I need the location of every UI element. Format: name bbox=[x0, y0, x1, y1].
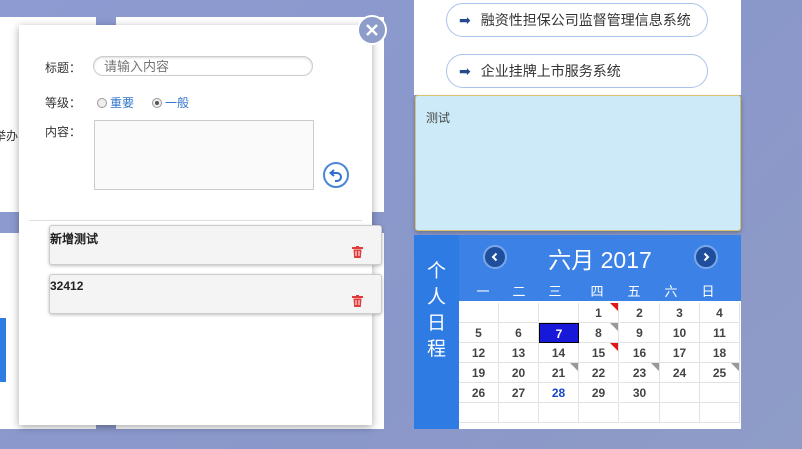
weekday-label: 六 bbox=[664, 284, 678, 299]
calendar-day-cell[interactable]: 22 bbox=[579, 363, 619, 383]
system-button-label: 企业挂牌上市服务系统 bbox=[480, 63, 621, 79]
calendar-empty-cell bbox=[620, 403, 660, 423]
event-marker-icon bbox=[610, 323, 618, 331]
note-preview-text: 测试 bbox=[426, 111, 451, 125]
weekday-label: 五 bbox=[627, 284, 641, 299]
system-button-listing[interactable]: ➡ 企业挂牌上市服务系统 bbox=[446, 54, 708, 88]
content-label: 内容： bbox=[45, 125, 82, 139]
system-button-financing[interactable]: ➡ 融资性担保公司监督管理信息系统 bbox=[446, 3, 708, 37]
calendar-day-cell[interactable]: 23 bbox=[620, 363, 660, 383]
notes-divider bbox=[29, 220, 362, 221]
title-input[interactable] bbox=[93, 56, 313, 76]
title-label: 标题： bbox=[45, 61, 82, 75]
calendar-empty-cell bbox=[459, 403, 499, 423]
arrow-right-icon: ➡ bbox=[459, 11, 471, 28]
calendar-day-cell[interactable]: 11 bbox=[700, 323, 740, 343]
side-char: 个 bbox=[426, 261, 446, 282]
system-button-label: 融资性担保公司监督管理信息系统 bbox=[480, 12, 691, 28]
radio-button[interactable] bbox=[97, 97, 107, 108]
level-option-label: 一般 bbox=[165, 96, 190, 110]
undo-button[interactable] bbox=[323, 162, 349, 188]
calendar-empty-cell bbox=[660, 383, 700, 403]
chevron-right-icon bbox=[703, 252, 710, 262]
weekday-label: 一 bbox=[476, 284, 490, 299]
calendar-day-cell[interactable]: 6 bbox=[499, 323, 539, 343]
calendar-day-cell[interactable]: 15 bbox=[579, 343, 619, 363]
calendar-empty-cell bbox=[660, 403, 700, 423]
note-item[interactable]: 新增测试 bbox=[49, 225, 382, 265]
calendar-empty-cell bbox=[700, 383, 740, 403]
side-char: 人 bbox=[426, 287, 446, 308]
undo-icon bbox=[329, 169, 342, 182]
calendar-day-cell[interactable]: 17 bbox=[660, 343, 700, 363]
weekday-label: 二 bbox=[512, 284, 526, 299]
event-marker-icon bbox=[610, 303, 618, 311]
calendar-day-cell[interactable]: 30 bbox=[620, 383, 660, 403]
calendar-empty-cell bbox=[579, 403, 619, 423]
note-item[interactable]: 32412 bbox=[49, 274, 382, 314]
calendar-day-cell[interactable]: 24 bbox=[660, 363, 700, 383]
calendar-day-cell[interactable]: 18 bbox=[700, 343, 740, 363]
weekday-label: 三 bbox=[548, 284, 562, 299]
level-option-important[interactable]: 重要 bbox=[97, 94, 134, 111]
calendar-day-cell[interactable]: 13 bbox=[499, 343, 539, 363]
note-item-title: 新增测试 bbox=[50, 232, 99, 246]
level-option-normal[interactable]: 一般 bbox=[152, 94, 189, 111]
trash-icon[interactable] bbox=[352, 245, 363, 263]
calendar-day-cell[interactable]: 5 bbox=[459, 323, 499, 343]
calendar-day-cell[interactable]: 1 bbox=[579, 303, 619, 323]
weekday-row: 一 二 三 四 五 六 日 bbox=[459, 277, 741, 301]
weekday-label: 四 bbox=[590, 284, 604, 299]
side-char: 程 bbox=[426, 339, 446, 360]
content-textarea[interactable] bbox=[94, 120, 314, 190]
note-item-title: 32412 bbox=[50, 279, 84, 293]
calendar-day-cell[interactable]: 4 bbox=[700, 303, 740, 323]
calendar-day-cell[interactable]: 7 bbox=[539, 323, 579, 343]
calendar-day-cell[interactable]: 25 bbox=[700, 363, 740, 383]
side-char: 日 bbox=[426, 313, 446, 334]
calendar-day-cell[interactable]: 26 bbox=[459, 383, 499, 403]
calendar-day-cell[interactable]: 9 bbox=[620, 323, 660, 343]
calendar-empty-cell bbox=[499, 403, 539, 423]
event-marker-icon bbox=[610, 343, 618, 351]
calendar-day-cell[interactable]: 14 bbox=[539, 343, 579, 363]
calendar-day-cell[interactable]: 19 bbox=[459, 363, 499, 383]
personal-calendar: 个 人 日 程 六月 2017 一 二 三 四 五 六 日 1234567891… bbox=[414, 235, 741, 429]
left-blue-strip bbox=[0, 318, 6, 382]
calendar-day-cell[interactable]: 29 bbox=[579, 383, 619, 403]
radio-button[interactable] bbox=[152, 97, 162, 108]
calendar-day-cell[interactable]: 10 bbox=[660, 323, 700, 343]
calendar-header: 六月 2017 bbox=[459, 235, 741, 277]
weekday-label: 日 bbox=[701, 284, 715, 299]
calendar-day-cell[interactable]: 16 bbox=[620, 343, 660, 363]
calendar-day-cell[interactable]: 20 bbox=[499, 363, 539, 383]
calendar-day-cell[interactable]: 28 bbox=[539, 383, 579, 403]
calendar-empty-cell bbox=[539, 303, 579, 323]
add-note-dialog: 标题： 等级： 内容： 新增测试 32412 bbox=[19, 25, 382, 425]
level-option-label: 重要 bbox=[110, 96, 135, 110]
calendar-day-cell[interactable]: 8 bbox=[579, 323, 619, 343]
event-marker-icon bbox=[651, 363, 659, 371]
event-marker-icon bbox=[731, 363, 739, 371]
calendar-empty-cell bbox=[539, 403, 579, 423]
calendar-day-cell[interactable]: 27 bbox=[499, 383, 539, 403]
trash-icon[interactable] bbox=[352, 294, 363, 312]
calendar-empty-cell bbox=[700, 403, 740, 423]
event-marker-icon bbox=[570, 363, 578, 371]
calendar-day-cell[interactable]: 12 bbox=[459, 343, 499, 363]
calendar-day-cell[interactable]: 2 bbox=[620, 303, 660, 323]
level-label: 等级： bbox=[45, 96, 82, 110]
calendar-day-cell[interactable]: 21 bbox=[539, 363, 579, 383]
calendar-day-cell[interactable]: 3 bbox=[660, 303, 700, 323]
calendar-grid: 1 2 3 4 5 6 7 8 9 10 11 12 13 14 15 16 17 18 19 20 21 22 23 24 2… bbox=[459, 301, 741, 429]
arrow-right-icon: ➡ bbox=[459, 62, 471, 79]
note-preview-box[interactable]: 测试 bbox=[415, 95, 741, 231]
left-partial-text: 举办 bbox=[0, 129, 19, 143]
calendar-empty-cell bbox=[459, 303, 499, 323]
calendar-empty-cell bbox=[499, 303, 539, 323]
next-month-button[interactable] bbox=[694, 245, 718, 269]
close-icon bbox=[366, 24, 378, 36]
close-dialog-button[interactable] bbox=[357, 15, 387, 45]
calendar-side-label: 个 人 日 程 bbox=[414, 235, 459, 429]
